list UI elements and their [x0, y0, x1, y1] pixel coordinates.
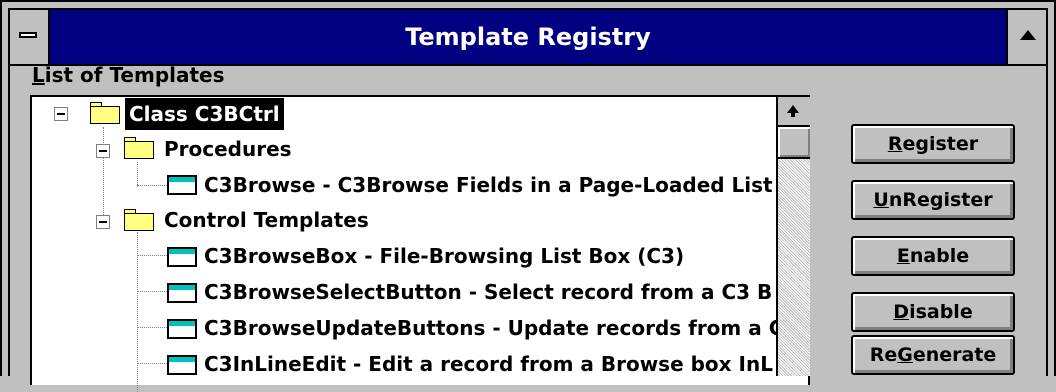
regenerate-label-pre: Re — [869, 344, 898, 366]
template-tree[interactable]: Class C3BCtrl Procedures C3Browse - C3Br… — [30, 95, 810, 392]
folder-open-icon — [90, 102, 120, 124]
tree-line — [137, 291, 167, 292]
tree-item-label: C3BrowseBox - File-Browsing List Box (C3… — [204, 244, 685, 268]
tree-item-label: Procedures — [164, 137, 292, 161]
register-label-mnemonic: R — [887, 133, 903, 155]
list-of-templates-label: List of Templates — [32, 63, 225, 87]
tree-line — [137, 185, 167, 186]
tree-line — [137, 255, 167, 256]
tree-item-label: C3BrowseUpdateButtons - Update records f… — [204, 316, 784, 340]
folder-open-icon — [124, 209, 154, 231]
tree-item-template[interactable]: C3BrowseUpdateButtons - Update records f… — [200, 312, 787, 344]
list-label-mnemonic: L — [32, 63, 45, 87]
tree-item-label: C3InLineEdit - Edit a record from a Brow… — [204, 352, 773, 376]
scroll-thumb[interactable] — [778, 127, 810, 159]
up-arrow-stem — [791, 112, 795, 117]
tree-item-template[interactable]: C3BrowseBox - File-Browsing List Box (C3… — [200, 240, 688, 272]
window-title: Template Registry — [405, 23, 651, 51]
vertical-scrollbar[interactable] — [776, 97, 810, 376]
unregister-label-mnemonic: U — [873, 189, 889, 211]
system-menu-button[interactable] — [10, 10, 50, 64]
tree-item-template[interactable]: C3Browse - C3Browse Fields in a Page-Loa… — [200, 169, 777, 201]
folder-open-icon — [124, 137, 154, 159]
template-icon — [167, 175, 197, 195]
maximize-arrow-icon — [1020, 30, 1036, 40]
unregister-button[interactable]: UnRegister — [851, 180, 1015, 220]
regenerate-button[interactable]: ReGenerate — [851, 335, 1015, 375]
scroll-up-button[interactable] — [778, 97, 810, 127]
tree-line — [137, 232, 138, 392]
tree-line — [137, 327, 167, 328]
tree-item-template[interactable]: C3BrowseSelectButton - Select record fro… — [200, 276, 776, 308]
collapse-toggle[interactable] — [54, 107, 68, 121]
collapse-toggle[interactable] — [96, 215, 110, 229]
tree-item-label: Class C3BCtrl — [125, 98, 284, 130]
tree-item-control-templates[interactable]: Control Templates — [160, 204, 373, 236]
unregister-label: nRegister — [888, 189, 993, 211]
tree-item-procedures[interactable]: Procedures — [160, 133, 296, 165]
disable-button[interactable]: Disable — [851, 292, 1015, 332]
template-icon — [167, 247, 197, 267]
maximize-button[interactable] — [1006, 10, 1046, 64]
template-icon — [167, 283, 197, 303]
tree-item-label: Control Templates — [164, 208, 369, 232]
register-label: egister — [902, 133, 979, 155]
collapse-toggle[interactable] — [96, 144, 110, 158]
enable-label: nable — [909, 245, 970, 267]
tree-line — [137, 363, 167, 364]
disable-label-mnemonic: D — [893, 301, 910, 323]
disable-label: isable — [909, 301, 973, 323]
regenerate-label: enerate — [912, 344, 997, 366]
tree-item-label: C3Browse - C3Browse Fields in a Page-Loa… — [204, 173, 773, 197]
register-button[interactable]: Register — [851, 124, 1015, 164]
template-icon — [167, 355, 197, 375]
template-icon — [167, 319, 197, 339]
list-label-text: ist of Templates — [44, 63, 225, 87]
enable-button[interactable]: Enable — [851, 236, 1015, 276]
title-bar[interactable]: Template Registry — [10, 10, 1046, 66]
tree-item-class[interactable]: Class C3BCtrl — [125, 98, 284, 130]
tree-line — [137, 162, 138, 187]
regenerate-label-mnemonic: G — [897, 344, 913, 366]
enable-label-mnemonic: E — [896, 245, 910, 267]
tree-item-template[interactable]: C3InLineEdit - Edit a record from a Brow… — [200, 348, 777, 380]
tree-item-label: C3BrowseSelectButton - Select record fro… — [204, 280, 773, 304]
system-menu-icon — [19, 32, 37, 38]
